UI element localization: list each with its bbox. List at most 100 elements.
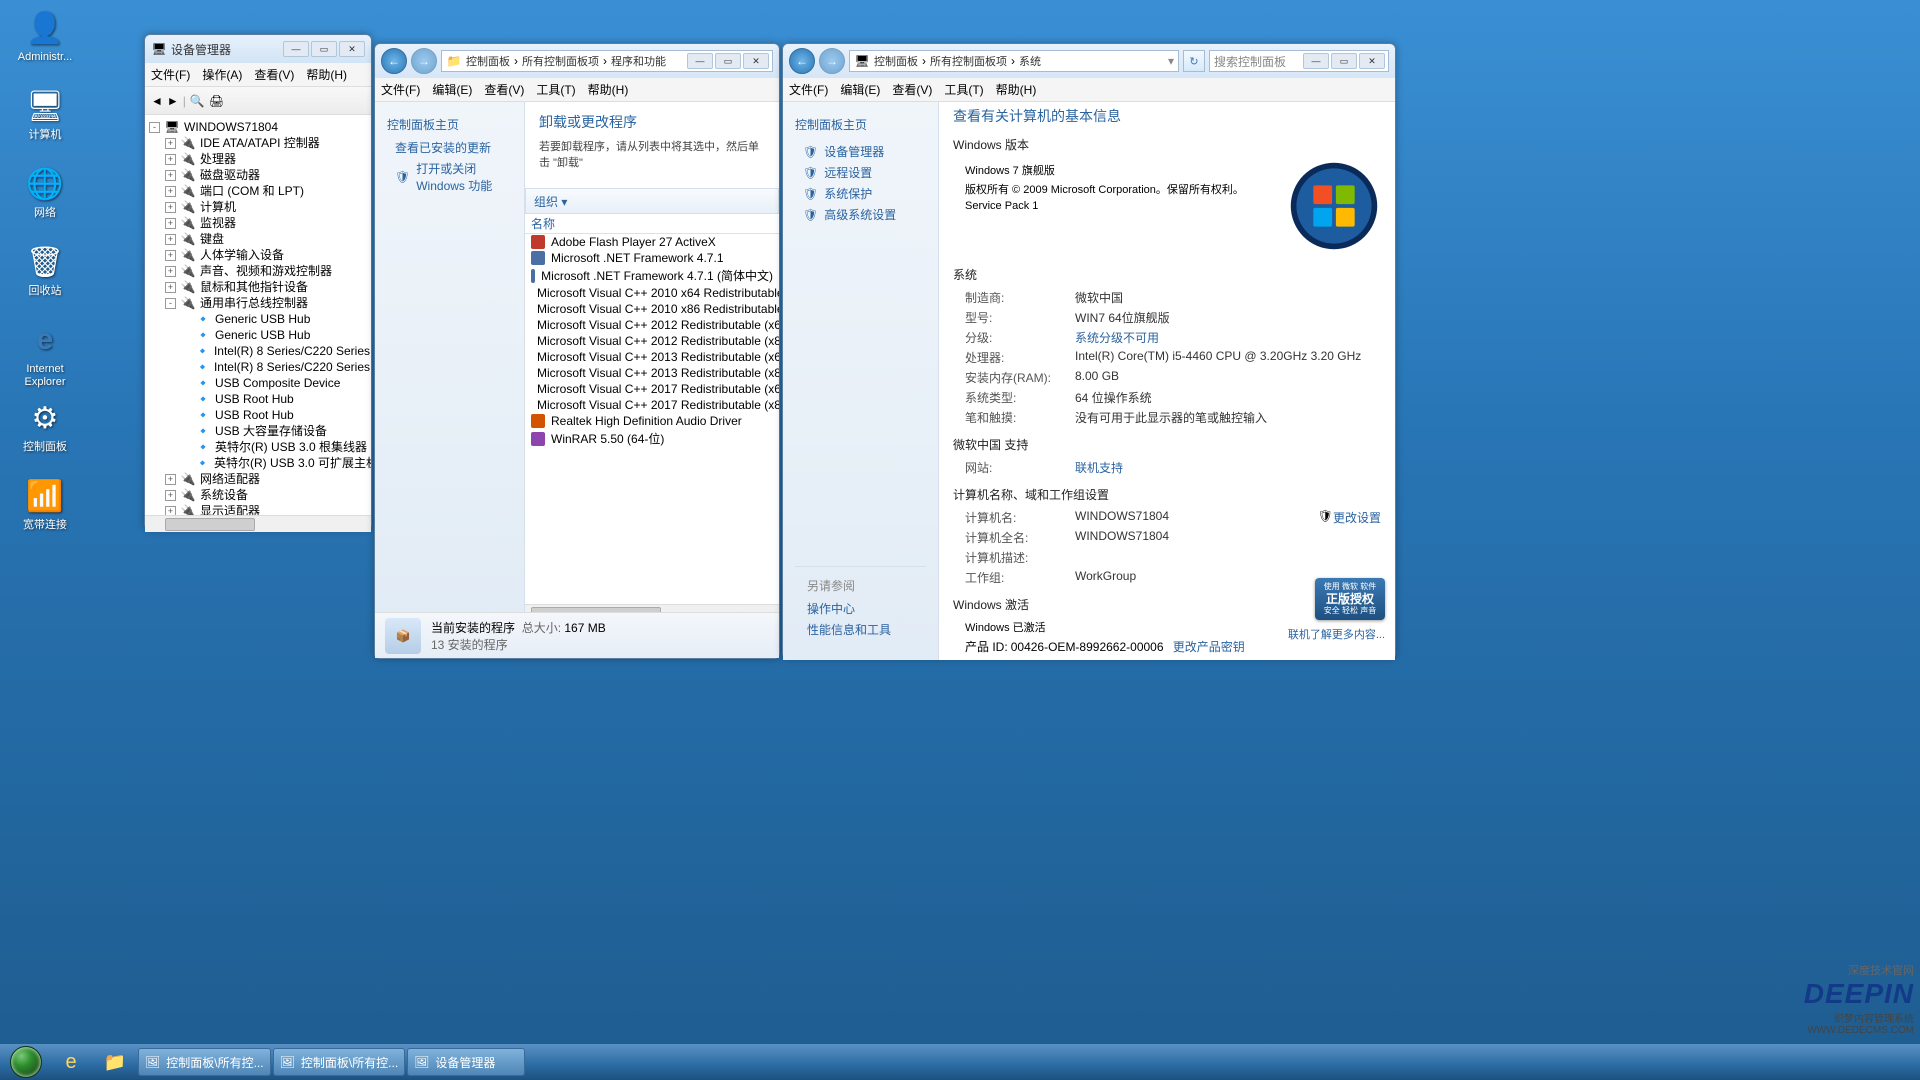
crumb[interactable]: 控制面板 [466, 53, 510, 69]
tree-item[interactable]: +🔌磁盘驱动器 [149, 167, 367, 183]
device-tree[interactable]: -🖥WINDOWS71804+🔌IDE ATA/ATAPI 控制器+🔌处理器+🔌… [145, 115, 371, 515]
expand-icon[interactable]: + [165, 234, 176, 245]
tree-item[interactable]: 🔹英特尔(R) USB 3.0 可扩展主机控制器 [149, 455, 367, 471]
titlebar[interactable]: 🖥 设备管理器 — ▭ ✕ [145, 35, 371, 63]
menu-item[interactable]: 查看(V) [254, 66, 294, 83]
tree-item[interactable]: 🔹USB Composite Device [149, 375, 367, 391]
tree-item[interactable]: 🔹Generic USB Hub [149, 311, 367, 327]
back-button[interactable]: ← [789, 48, 815, 74]
tree-item[interactable]: 🔹Intel(R) 8 Series/C220 Series USB EHCI [149, 359, 367, 375]
menu-item[interactable]: 文件(F) [789, 81, 828, 98]
desktop-icon-recycle[interactable]: 🗑回收站 [10, 242, 80, 298]
desktop-icon-ie[interactable]: eInternetExplorer [10, 320, 80, 389]
taskbar-task[interactable]: 🖼控制面板\所有控... [273, 1048, 406, 1076]
program-row[interactable]: WinRAR 5.50 (64-位) [525, 429, 779, 448]
address-bar[interactable]: 🖥 控制面板› 所有控制面板项› 系统 ▾ [849, 50, 1179, 72]
expand-icon[interactable]: + [165, 154, 176, 165]
tree-item[interactable]: +🔌监视器 [149, 215, 367, 231]
tree-item[interactable]: +🔌鼠标和其他指针设备 [149, 279, 367, 295]
program-row[interactable]: Microsoft .NET Framework 4.7.1 (简体中文) [525, 266, 779, 285]
properties-icon[interactable]: 🖨 [209, 94, 224, 108]
close-button[interactable]: ✕ [1359, 53, 1385, 69]
scan-icon[interactable]: 🔍 [190, 94, 205, 108]
fwd-icon[interactable]: ► [167, 94, 179, 108]
scrollbar-horizontal[interactable] [145, 515, 371, 532]
control-panel-home-link[interactable]: 控制面板主页 [795, 116, 926, 133]
tree-item[interactable]: +🔌IDE ATA/ATAPI 控制器 [149, 135, 367, 151]
program-row[interactable]: Microsoft Visual C++ 2012 Redistributabl… [525, 317, 779, 333]
close-button[interactable]: ✕ [743, 53, 769, 69]
taskbar-explorer-icon[interactable]: 📁 [94, 1048, 136, 1076]
minimize-button[interactable]: — [1303, 53, 1329, 69]
side-item[interactable]: 🛡高级系统设置 [803, 206, 926, 223]
minimize-button[interactable]: — [283, 41, 309, 57]
tree-item[interactable]: 🔹Generic USB Hub [149, 327, 367, 343]
kv-value[interactable]: 系统分级不可用 [1075, 329, 1159, 346]
side-view-updates[interactable]: 查看已安装的更新 [395, 139, 512, 156]
expand-icon[interactable]: + [165, 138, 176, 149]
menu-item[interactable]: 工具(T) [536, 81, 575, 98]
kv-value[interactable]: 联机支持 [1075, 459, 1123, 476]
forward-button[interactable]: → [411, 48, 437, 74]
expand-icon[interactable]: + [165, 186, 176, 197]
maximize-button[interactable]: ▭ [1331, 53, 1357, 69]
taskbar-ie-icon[interactable]: e [50, 1048, 92, 1076]
tree-item[interactable]: +🔌系统设备 [149, 487, 367, 503]
menu-item[interactable]: 帮助(H) [588, 81, 629, 98]
tree-item[interactable]: 🔹USB Root Hub [149, 407, 367, 423]
seealso-action-center[interactable]: 操作中心 [807, 600, 914, 617]
taskbar[interactable]: e 📁 🖼控制面板\所有控...🖼控制面板\所有控...🖼设备管理器 [0, 1044, 1920, 1080]
window-device-manager[interactable]: 🖥 设备管理器 — ▭ ✕ 文件(F)操作(A)查看(V)帮助(H) ◄ ► |… [144, 34, 372, 530]
crumb[interactable]: 系统 [1019, 53, 1041, 69]
expand-icon[interactable]: + [165, 506, 176, 516]
menu-item[interactable]: 帮助(H) [996, 81, 1037, 98]
menu-item[interactable]: 文件(F) [151, 66, 190, 83]
expand-icon[interactable]: + [165, 474, 176, 485]
seealso-perf-info[interactable]: 性能信息和工具 [807, 621, 914, 638]
column-header-name[interactable]: 名称 [525, 214, 779, 234]
side-item[interactable]: 🛡系统保护 [803, 185, 926, 202]
program-row[interactable]: Microsoft Visual C++ 2013 Redistributabl… [525, 349, 779, 365]
tree-root[interactable]: WINDOWS71804 [184, 120, 278, 135]
side-windows-features[interactable]: 🛡打开或关闭 Windows 功能 [395, 160, 512, 194]
tree-item[interactable]: +🔌声音、视频和游戏控制器 [149, 263, 367, 279]
program-row[interactable]: Microsoft Visual C++ 2017 Redistributabl… [525, 381, 779, 397]
program-row[interactable]: Microsoft Visual C++ 2010 x64 Redistribu… [525, 285, 779, 301]
tree-item[interactable]: +🔌端口 (COM 和 LPT) [149, 183, 367, 199]
tree-item[interactable]: 🔹英特尔(R) USB 3.0 根集线器 [149, 439, 367, 455]
menu-item[interactable]: 帮助(H) [306, 66, 347, 83]
crumb[interactable]: 所有控制面板项 [930, 53, 1007, 69]
start-button[interactable] [4, 1044, 48, 1080]
side-item[interactable]: 🛡设备管理器 [803, 143, 926, 160]
control-panel-home-link[interactable]: 控制面板主页 [387, 116, 512, 133]
desktop-icon-admin[interactable]: 👤Administr... [10, 8, 80, 64]
menu-item[interactable]: 查看(V) [892, 81, 932, 98]
back-icon[interactable]: ◄ [151, 94, 163, 108]
taskbar-task[interactable]: 🖼控制面板\所有控... [138, 1048, 271, 1076]
expand-icon[interactable]: + [165, 218, 176, 229]
desktop-icon-control[interactable]: ⚙控制面板 [10, 398, 80, 454]
expand-icon[interactable]: + [165, 282, 176, 293]
program-row[interactable]: Microsoft .NET Framework 4.7.1 [525, 250, 779, 266]
crumb[interactable]: 控制面板 [874, 53, 918, 69]
expand-icon[interactable]: + [165, 266, 176, 277]
program-row[interactable]: Microsoft Visual C++ 2010 x86 Redistribu… [525, 301, 779, 317]
refresh-button[interactable]: ↻ [1183, 50, 1205, 72]
change-settings-link[interactable]: 更改设置 [1333, 509, 1381, 526]
menu-item[interactable]: 编辑(E) [840, 81, 880, 98]
program-row[interactable]: Microsoft Visual C++ 2017 Redistributabl… [525, 397, 779, 413]
crumb[interactable]: 程序和功能 [611, 53, 666, 69]
menu-item[interactable]: 工具(T) [944, 81, 983, 98]
menu-item[interactable]: 文件(F) [381, 81, 420, 98]
expand-icon[interactable]: + [165, 250, 176, 261]
minimize-button[interactable]: — [687, 53, 713, 69]
tree-item[interactable]: +🔌计算机 [149, 199, 367, 215]
desktop-icon-computer[interactable]: 🖥计算机 [10, 86, 80, 142]
menu-item[interactable]: 操作(A) [202, 66, 242, 83]
taskbar-task[interactable]: 🖼设备管理器 [407, 1048, 525, 1076]
menu-item[interactable]: 编辑(E) [432, 81, 472, 98]
program-row[interactable]: Adobe Flash Player 27 ActiveX [525, 234, 779, 250]
expand-icon[interactable]: + [165, 170, 176, 181]
side-item[interactable]: 🛡远程设置 [803, 164, 926, 181]
tree-item[interactable]: +🔌键盘 [149, 231, 367, 247]
